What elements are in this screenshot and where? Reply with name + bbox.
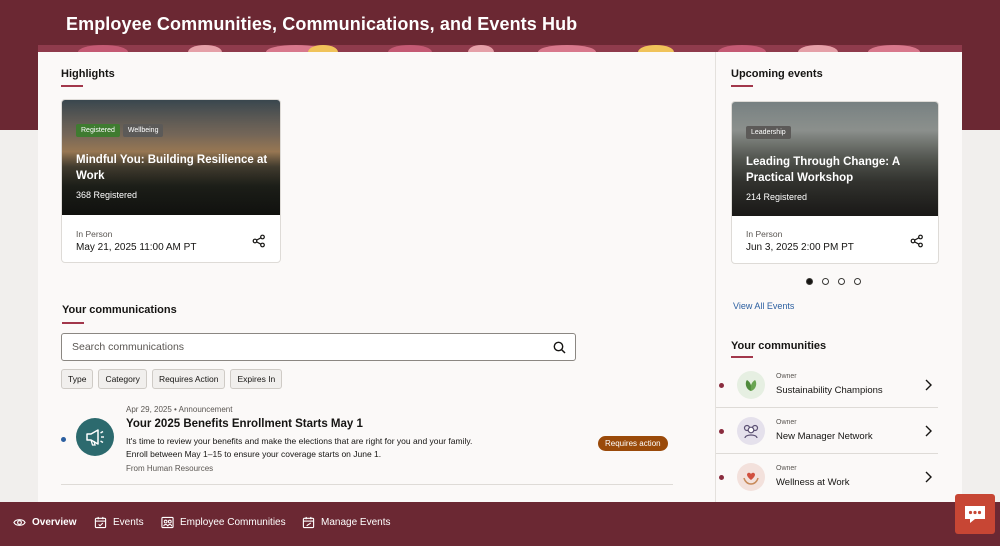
chevron-right-icon[interactable] xyxy=(924,379,932,391)
event-title: Mindful You: Building Resilience at Work xyxy=(76,154,268,182)
nav-label: Manage Events xyxy=(321,517,391,528)
people-icon xyxy=(737,417,765,445)
communication-body-line: Enroll between May 1–15 to ensure your c… xyxy=(126,449,382,459)
communication-meta: Apr 29, 2025 • Announcement xyxy=(126,405,233,414)
nav-manage-events[interactable]: Manage Events xyxy=(302,516,391,529)
nav-label: Overview xyxy=(32,517,77,528)
search-icon[interactable] xyxy=(553,341,566,354)
filter-chips: Type Category Requires Action Expires In xyxy=(61,369,283,389)
communications-heading: Your communications xyxy=(62,304,177,316)
communication-type: Announcement xyxy=(178,405,233,414)
registered-badge: Registered xyxy=(76,124,120,137)
communication-date: Apr 29, 2025 xyxy=(126,405,172,414)
communication-body: It's time to review your benefits and ma… xyxy=(126,435,546,461)
community-name: Wellness at Work xyxy=(776,477,850,488)
status-dot xyxy=(719,383,724,388)
requires-action-badge: Requires action xyxy=(598,436,668,451)
heading-underline xyxy=(731,85,753,87)
status-dot xyxy=(719,475,724,480)
community-role: Owner xyxy=(776,465,797,472)
event-mode: In Person xyxy=(76,229,113,239)
heart-hands-icon xyxy=(737,463,765,491)
communication-item[interactable]: Apr 29, 2025 • Announcement Your 2025 Be… xyxy=(61,401,673,485)
community-item[interactable]: Owner New Manager Network xyxy=(716,408,938,454)
highlights-heading: Highlights xyxy=(61,68,115,80)
chat-button[interactable] xyxy=(955,494,995,534)
filter-category[interactable]: Category xyxy=(98,369,147,389)
community-item[interactable]: Owner Sustainability Champions xyxy=(716,362,938,408)
event-badges: Registered Wellbeing xyxy=(76,124,164,137)
event-title: Leading Through Change: A Practical Work… xyxy=(746,156,900,184)
megaphone-icon xyxy=(76,418,114,456)
bottom-navigation: Overview Events Employee Communities Man… xyxy=(0,502,1000,546)
event-registered-count: 214 Registered xyxy=(746,192,808,202)
category-badge: Wellbeing xyxy=(122,124,164,137)
heading-underline xyxy=(62,322,84,324)
status-dot xyxy=(719,429,724,434)
event-datetime: May 21, 2025 11:00 AM PT xyxy=(76,242,197,253)
carousel-pagination xyxy=(806,278,861,285)
carousel-dot[interactable] xyxy=(854,278,861,285)
nav-label: Employee Communities xyxy=(180,517,286,528)
communication-sender: From Human Resources xyxy=(126,464,214,473)
unread-indicator xyxy=(61,437,66,442)
upcoming-heading: Upcoming events xyxy=(731,68,823,80)
nav-overview[interactable]: Overview xyxy=(13,516,76,529)
event-mode: In Person xyxy=(746,229,783,239)
category-badge: Leadership xyxy=(746,126,791,139)
calendar-edit-icon xyxy=(302,516,315,529)
community-icon xyxy=(161,516,174,529)
communication-title[interactable]: Your 2025 Benefits Enrollment Starts May… xyxy=(126,418,363,430)
carousel-dot[interactable] xyxy=(838,278,845,285)
app-title: Employee Communities, Communications, an… xyxy=(66,14,578,34)
nav-label: Events xyxy=(113,517,144,528)
heading-underline xyxy=(61,85,83,87)
search-input[interactable] xyxy=(62,334,532,360)
event-registered-count: 368 Registered xyxy=(76,190,138,200)
communication-body-line: It's time to review your benefits and ma… xyxy=(126,436,473,446)
heading-underline xyxy=(731,356,753,358)
share-icon[interactable] xyxy=(910,234,924,248)
event-datetime: Jun 3, 2025 2:00 PM PT xyxy=(746,242,854,253)
view-all-events-link[interactable]: View All Events xyxy=(733,301,794,311)
community-name: Sustainability Champions xyxy=(776,385,883,396)
chat-icon xyxy=(965,506,985,523)
leaf-icon xyxy=(737,371,765,399)
carousel-dot[interactable] xyxy=(822,278,829,285)
carousel-dot[interactable] xyxy=(806,278,813,285)
eye-icon xyxy=(13,519,26,526)
event-badges: Leadership xyxy=(746,126,791,139)
filter-expires-in[interactable]: Expires In xyxy=(230,369,283,389)
chevron-right-icon[interactable] xyxy=(924,471,932,483)
chevron-right-icon[interactable] xyxy=(924,425,932,437)
highlight-event-card[interactable]: Registered Wellbeing Mindful You: Buildi… xyxy=(61,99,281,263)
community-name: New Manager Network xyxy=(776,431,873,442)
community-role: Owner xyxy=(776,373,797,380)
communications-search xyxy=(61,333,576,361)
calendar-icon xyxy=(94,516,107,529)
nav-employee-communities[interactable]: Employee Communities xyxy=(161,516,286,529)
upcoming-event-card[interactable]: Leadership Leading Through Change: A Pra… xyxy=(731,101,939,264)
community-item[interactable]: Owner Wellness at Work xyxy=(716,454,938,500)
nav-events[interactable]: Events xyxy=(94,516,144,529)
share-icon[interactable] xyxy=(252,234,266,248)
filter-requires-action[interactable]: Requires Action xyxy=(151,369,226,389)
community-role: Owner xyxy=(776,419,797,426)
communities-heading: Your communities xyxy=(731,340,827,352)
filter-type[interactable]: Type xyxy=(61,369,94,389)
